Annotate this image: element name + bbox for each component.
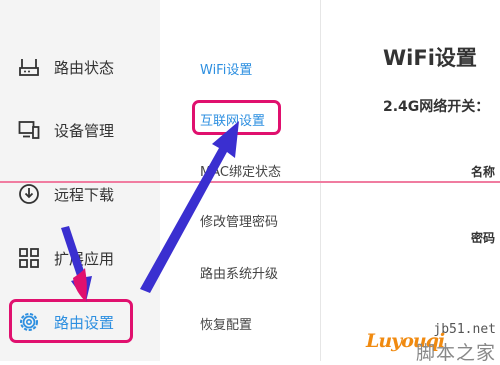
submenu-item-wifi[interactable]: WiFi设置: [200, 59, 252, 78]
wifi-switch-label: 2.4G网络开关：: [383, 99, 490, 115]
wifi-name-label: 名称: [471, 165, 496, 179]
annotation-line: [0, 181, 500, 183]
sidebar-item-label: 路由状态: [54, 58, 115, 77]
sidebar-item-label: 设备管理: [54, 121, 115, 140]
sidebar-item-remote-download[interactable]: 远程下载: [0, 174, 160, 214]
sidebar-item-extensions[interactable]: 扩展应用: [0, 238, 160, 278]
gear-icon: [20, 313, 38, 331]
page-title: WiFi设置: [383, 46, 477, 70]
submenu-item-internet[interactable]: 互联网设置: [200, 110, 265, 129]
sidebar-item-router-settings[interactable]: 路由设置: [0, 302, 160, 342]
sidebar-item-label: 远程下载: [54, 185, 115, 204]
sidebar-item-label: 路由设置: [54, 313, 115, 332]
submenu-item-restore-config[interactable]: 恢复配置: [200, 314, 252, 333]
submenu-item-firmware-upgrade[interactable]: 路由系统升级: [200, 263, 278, 282]
grid-apps-icon: [19, 248, 39, 268]
monitor-icon: [18, 121, 40, 139]
wifi-password-label: 密码: [471, 231, 496, 245]
sidebar-item-router-status[interactable]: 路由状态: [0, 47, 160, 87]
sidebar-item-device-management[interactable]: 设备管理: [0, 110, 160, 150]
watermark: Luyouqi jb51.net 脚本之家: [362, 320, 500, 364]
sidebar-item-label: 扩展应用: [54, 249, 115, 268]
submenu-item-admin-password[interactable]: 修改管理密码: [200, 211, 278, 230]
router-icon: [19, 59, 39, 76]
download-icon: [19, 184, 39, 204]
submenu-item-mac-binding[interactable]: MAC绑定状态: [200, 161, 281, 180]
watermark-site: jb51.net: [433, 322, 496, 337]
